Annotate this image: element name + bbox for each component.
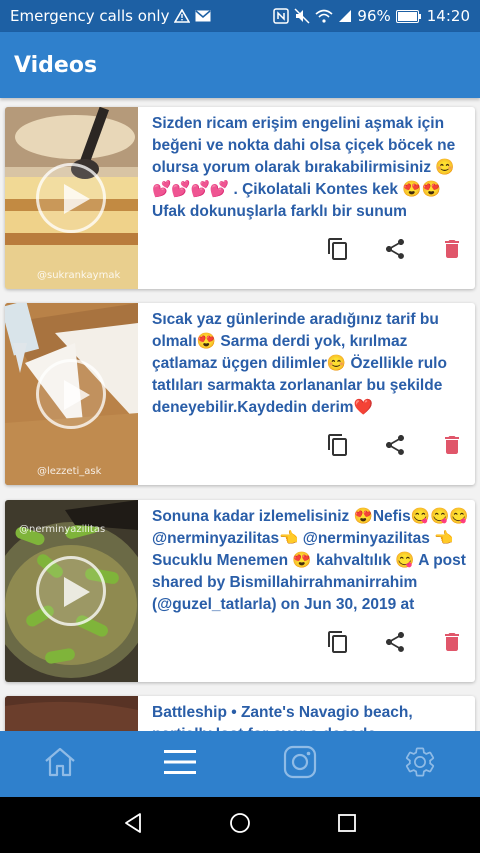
share-icon <box>383 630 407 658</box>
copy-button[interactable] <box>320 233 356 269</box>
delete-icon <box>440 433 464 461</box>
video-thumbnail[interactable]: @lezzeti_ask <box>5 303 138 485</box>
nav-instagram-button[interactable] <box>270 734 330 794</box>
delete-icon <box>440 630 464 658</box>
share-button[interactable] <box>377 233 413 269</box>
thumbnail-watermark: @sukrankaymak <box>37 270 121 281</box>
status-bar: Emergency calls only 96% 14:20 <box>0 0 480 32</box>
thumbnail-watermark: @nerminyazilitas <box>19 524 106 535</box>
share-button[interactable] <box>377 626 413 662</box>
share-button[interactable] <box>377 429 413 465</box>
share-icon <box>383 237 407 265</box>
video-card[interactable]: @nerminyazilitas Sonuna kadar izlemelisi… <box>5 500 475 682</box>
square-recents-icon <box>336 812 358 838</box>
instagram-icon <box>283 745 317 783</box>
warning-icon <box>174 9 191 23</box>
home-icon <box>43 746 77 782</box>
video-card[interactable]: @lezzeti_ask Sıcak yaz günlerinde aradığ… <box>5 303 475 485</box>
video-card[interactable]: Battleship • Zante's Navagio beach, part… <box>5 696 475 731</box>
card-actions <box>320 429 470 465</box>
carrier-text: Emergency calls only <box>10 7 170 25</box>
bottom-navigation <box>0 731 480 797</box>
copy-button[interactable] <box>320 626 356 662</box>
delete-icon <box>440 237 464 265</box>
copy-icon <box>326 237 350 265</box>
video-caption: Sıcak yaz günlerinde aradığınız tarif bu… <box>152 311 447 416</box>
copy-button[interactable] <box>320 429 356 465</box>
video-caption: Sonuna kadar izlemelisiniz 😍Nefis😋😋😋 @ne… <box>152 508 469 613</box>
delete-button[interactable] <box>434 429 470 465</box>
video-thumbnail[interactable]: @sukrankaymak <box>5 107 138 289</box>
video-thumbnail[interactable] <box>5 696 138 731</box>
circle-home-icon <box>228 811 252 839</box>
clock: 14:20 <box>426 7 470 25</box>
copy-icon <box>326 433 350 461</box>
play-icon[interactable] <box>36 556 106 626</box>
play-icon[interactable] <box>36 359 106 429</box>
battery-percent: 96% <box>357 7 391 25</box>
delete-button[interactable] <box>434 233 470 269</box>
video-caption: Battleship • Zante's Navagio beach, part… <box>152 704 413 731</box>
battery-icon <box>395 9 422 23</box>
home-system-button[interactable] <box>220 805 260 845</box>
page-title: Videos <box>14 52 98 78</box>
settings-icon <box>403 745 437 783</box>
mail-icon <box>195 10 211 22</box>
nav-menu-button[interactable] <box>150 734 210 794</box>
play-icon[interactable] <box>36 163 106 233</box>
signal-icon <box>338 9 352 23</box>
share-icon <box>383 433 407 461</box>
wifi-icon <box>315 9 333 23</box>
system-navigation-bar <box>0 797 480 853</box>
card-actions <box>320 626 470 662</box>
thumbnail-watermark: @lezzeti_ask <box>37 466 102 477</box>
copy-icon <box>326 630 350 658</box>
nav-home-button[interactable] <box>30 734 90 794</box>
back-icon <box>121 811 145 839</box>
video-card[interactable]: @sukrankaymak Sizden ricam erişim engeli… <box>5 107 475 289</box>
recents-button[interactable] <box>327 805 367 845</box>
delete-button[interactable] <box>434 626 470 662</box>
card-actions <box>320 233 470 269</box>
back-button[interactable] <box>113 805 153 845</box>
video-thumbnail[interactable]: @nerminyazilitas <box>5 500 138 682</box>
menu-icon <box>163 749 197 779</box>
video-caption: Sizden ricam erişim engelini aşmak için … <box>152 115 456 220</box>
app-bar: Videos <box>0 32 480 98</box>
nfc-icon <box>273 8 290 24</box>
nav-settings-button[interactable] <box>390 734 450 794</box>
mute-icon <box>294 8 310 24</box>
video-list[interactable]: @sukrankaymak Sizden ricam erişim engeli… <box>0 98 480 731</box>
